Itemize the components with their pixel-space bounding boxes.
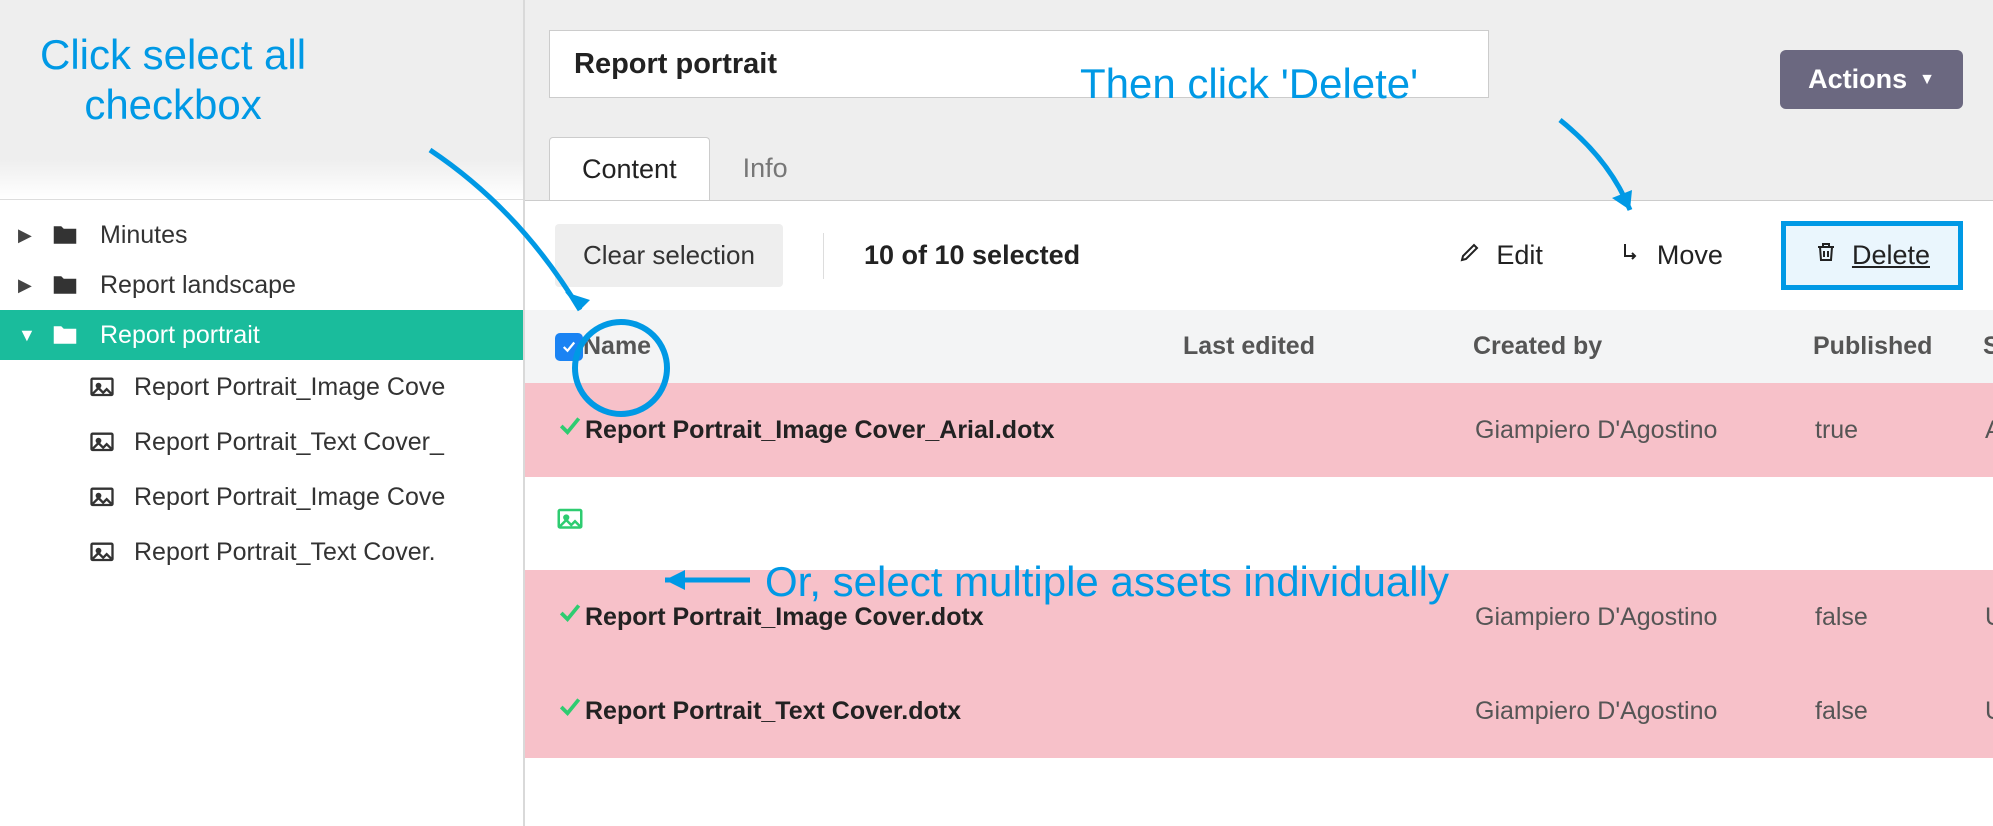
delete-label: Delete — [1852, 240, 1930, 271]
assets-table: Name Last edited Created by Published St… — [525, 310, 1993, 758]
folder-icon — [50, 220, 82, 250]
title-input[interactable]: Report portrait — [549, 30, 1489, 98]
move-label: Move — [1657, 240, 1723, 271]
select-all-checkbox[interactable] — [555, 333, 583, 361]
folder-icon — [50, 320, 82, 350]
col-last-edited[interactable]: Last edited — [1183, 332, 1473, 361]
edit-button[interactable]: Edit — [1440, 230, 1561, 281]
caret-down-icon: ▼ — [1919, 71, 1935, 89]
cell-published: false — [1815, 697, 1985, 726]
cell-name: Report Portrait_Image Cover_Arial.dotx — [585, 416, 1185, 445]
col-name[interactable]: Name — [583, 332, 1183, 361]
separator — [823, 233, 824, 279]
page-title: Report portrait — [574, 48, 777, 81]
check-icon — [555, 411, 585, 449]
tree-child-item[interactable]: Report Portrait_Image Cove — [0, 360, 523, 415]
check-icon — [555, 692, 585, 730]
tree-child-item[interactable]: Report Portrait_Text Cover_ — [0, 415, 523, 470]
col-status[interactable]: Status — [1983, 332, 1993, 361]
pencil-icon — [1458, 240, 1482, 271]
toolbar: Clear selection 10 of 10 selected Edit M… — [525, 201, 1993, 310]
cell-status: Unpublished — [1985, 603, 1993, 632]
clear-selection-button[interactable]: Clear selection — [555, 224, 783, 287]
tree-item-report-portrait[interactable]: ▼ Report portrait — [0, 310, 523, 360]
table-row[interactable] — [525, 477, 1993, 570]
check-icon — [555, 598, 585, 636]
delete-button[interactable]: Delete — [1781, 221, 1963, 290]
cell-created-by: Giampiero D'Agostino — [1475, 603, 1815, 632]
caret-right-icon: ▶ — [18, 275, 32, 296]
sidebar: ▶ Minutes ▶ Report landscape ▼ Report po… — [0, 0, 525, 826]
tree-item-minutes[interactable]: ▶ Minutes — [0, 210, 523, 260]
select-all-cell — [555, 333, 583, 361]
caret-right-icon: ▶ — [18, 225, 32, 246]
folder-tree: ▶ Minutes ▶ Report landscape ▼ Report po… — [0, 210, 523, 360]
tree-child-label: Report Portrait_Image Cove — [134, 483, 445, 512]
cell-status: Archived — [1985, 416, 1993, 445]
tree-children: Report Portrait_Image Cove Report Portra… — [0, 360, 523, 580]
table-row[interactable]: Report Portrait_Image Cover_Arial.dotx G… — [525, 383, 1993, 477]
selection-count: 10 of 10 selected — [864, 240, 1080, 271]
tree-item-label: Report portrait — [100, 321, 260, 350]
cell-published: false — [1815, 603, 1985, 632]
folder-icon — [50, 270, 82, 300]
tree-child-item[interactable]: Report Portrait_Text Cover. — [0, 525, 523, 580]
move-button[interactable]: Move — [1601, 230, 1741, 281]
cell-published: true — [1815, 416, 1985, 445]
actions-label: Actions — [1808, 64, 1907, 95]
col-created-by[interactable]: Created by — [1473, 332, 1813, 361]
main-panel: Report portrait Actions ▼ Content Info C… — [525, 0, 1993, 826]
table-row[interactable]: Report Portrait_Text Cover.dotx Giampier… — [525, 664, 1993, 758]
tree-item-report-landscape[interactable]: ▶ Report landscape — [0, 260, 523, 310]
image-icon — [88, 429, 116, 457]
image-icon — [88, 374, 116, 402]
cell-name: Report Portrait_Image Cover.dotx — [585, 603, 1185, 632]
tree-item-label: Minutes — [100, 221, 188, 250]
tab-label: Content — [582, 154, 677, 184]
tree-child-item[interactable]: Report Portrait_Image Cove — [0, 470, 523, 525]
tree-child-label: Report Portrait_Text Cover_ — [134, 428, 444, 457]
table-row[interactable]: Report Portrait_Image Cover.dotx Giampie… — [525, 570, 1993, 664]
tab-label: Info — [743, 153, 788, 183]
table-header: Name Last edited Created by Published St… — [525, 310, 1993, 383]
trash-icon — [1814, 240, 1838, 271]
tree-child-label: Report Portrait_Image Cove — [134, 373, 445, 402]
col-published[interactable]: Published — [1813, 332, 1983, 361]
move-icon — [1619, 240, 1643, 271]
image-icon — [88, 484, 116, 512]
cell-name: Report Portrait_Text Cover.dotx — [585, 697, 1185, 726]
tree-item-label: Report landscape — [100, 271, 296, 300]
cell-created-by: Giampiero D'Agostino — [1475, 697, 1815, 726]
cell-created-by: Giampiero D'Agostino — [1475, 416, 1815, 445]
cell-status: Unpublished — [1985, 697, 1993, 726]
tab-content[interactable]: Content — [549, 137, 710, 201]
image-icon — [555, 505, 585, 542]
clear-selection-label: Clear selection — [583, 240, 755, 270]
tree-child-label: Report Portrait_Text Cover. — [134, 538, 436, 567]
content-panel: Clear selection 10 of 10 selected Edit M… — [525, 200, 1993, 826]
caret-down-icon: ▼ — [18, 325, 32, 346]
image-icon — [88, 539, 116, 567]
tabs: Content Info — [549, 136, 821, 200]
tab-info[interactable]: Info — [710, 136, 821, 200]
edit-label: Edit — [1496, 240, 1543, 271]
actions-button[interactable]: Actions ▼ — [1780, 50, 1963, 109]
